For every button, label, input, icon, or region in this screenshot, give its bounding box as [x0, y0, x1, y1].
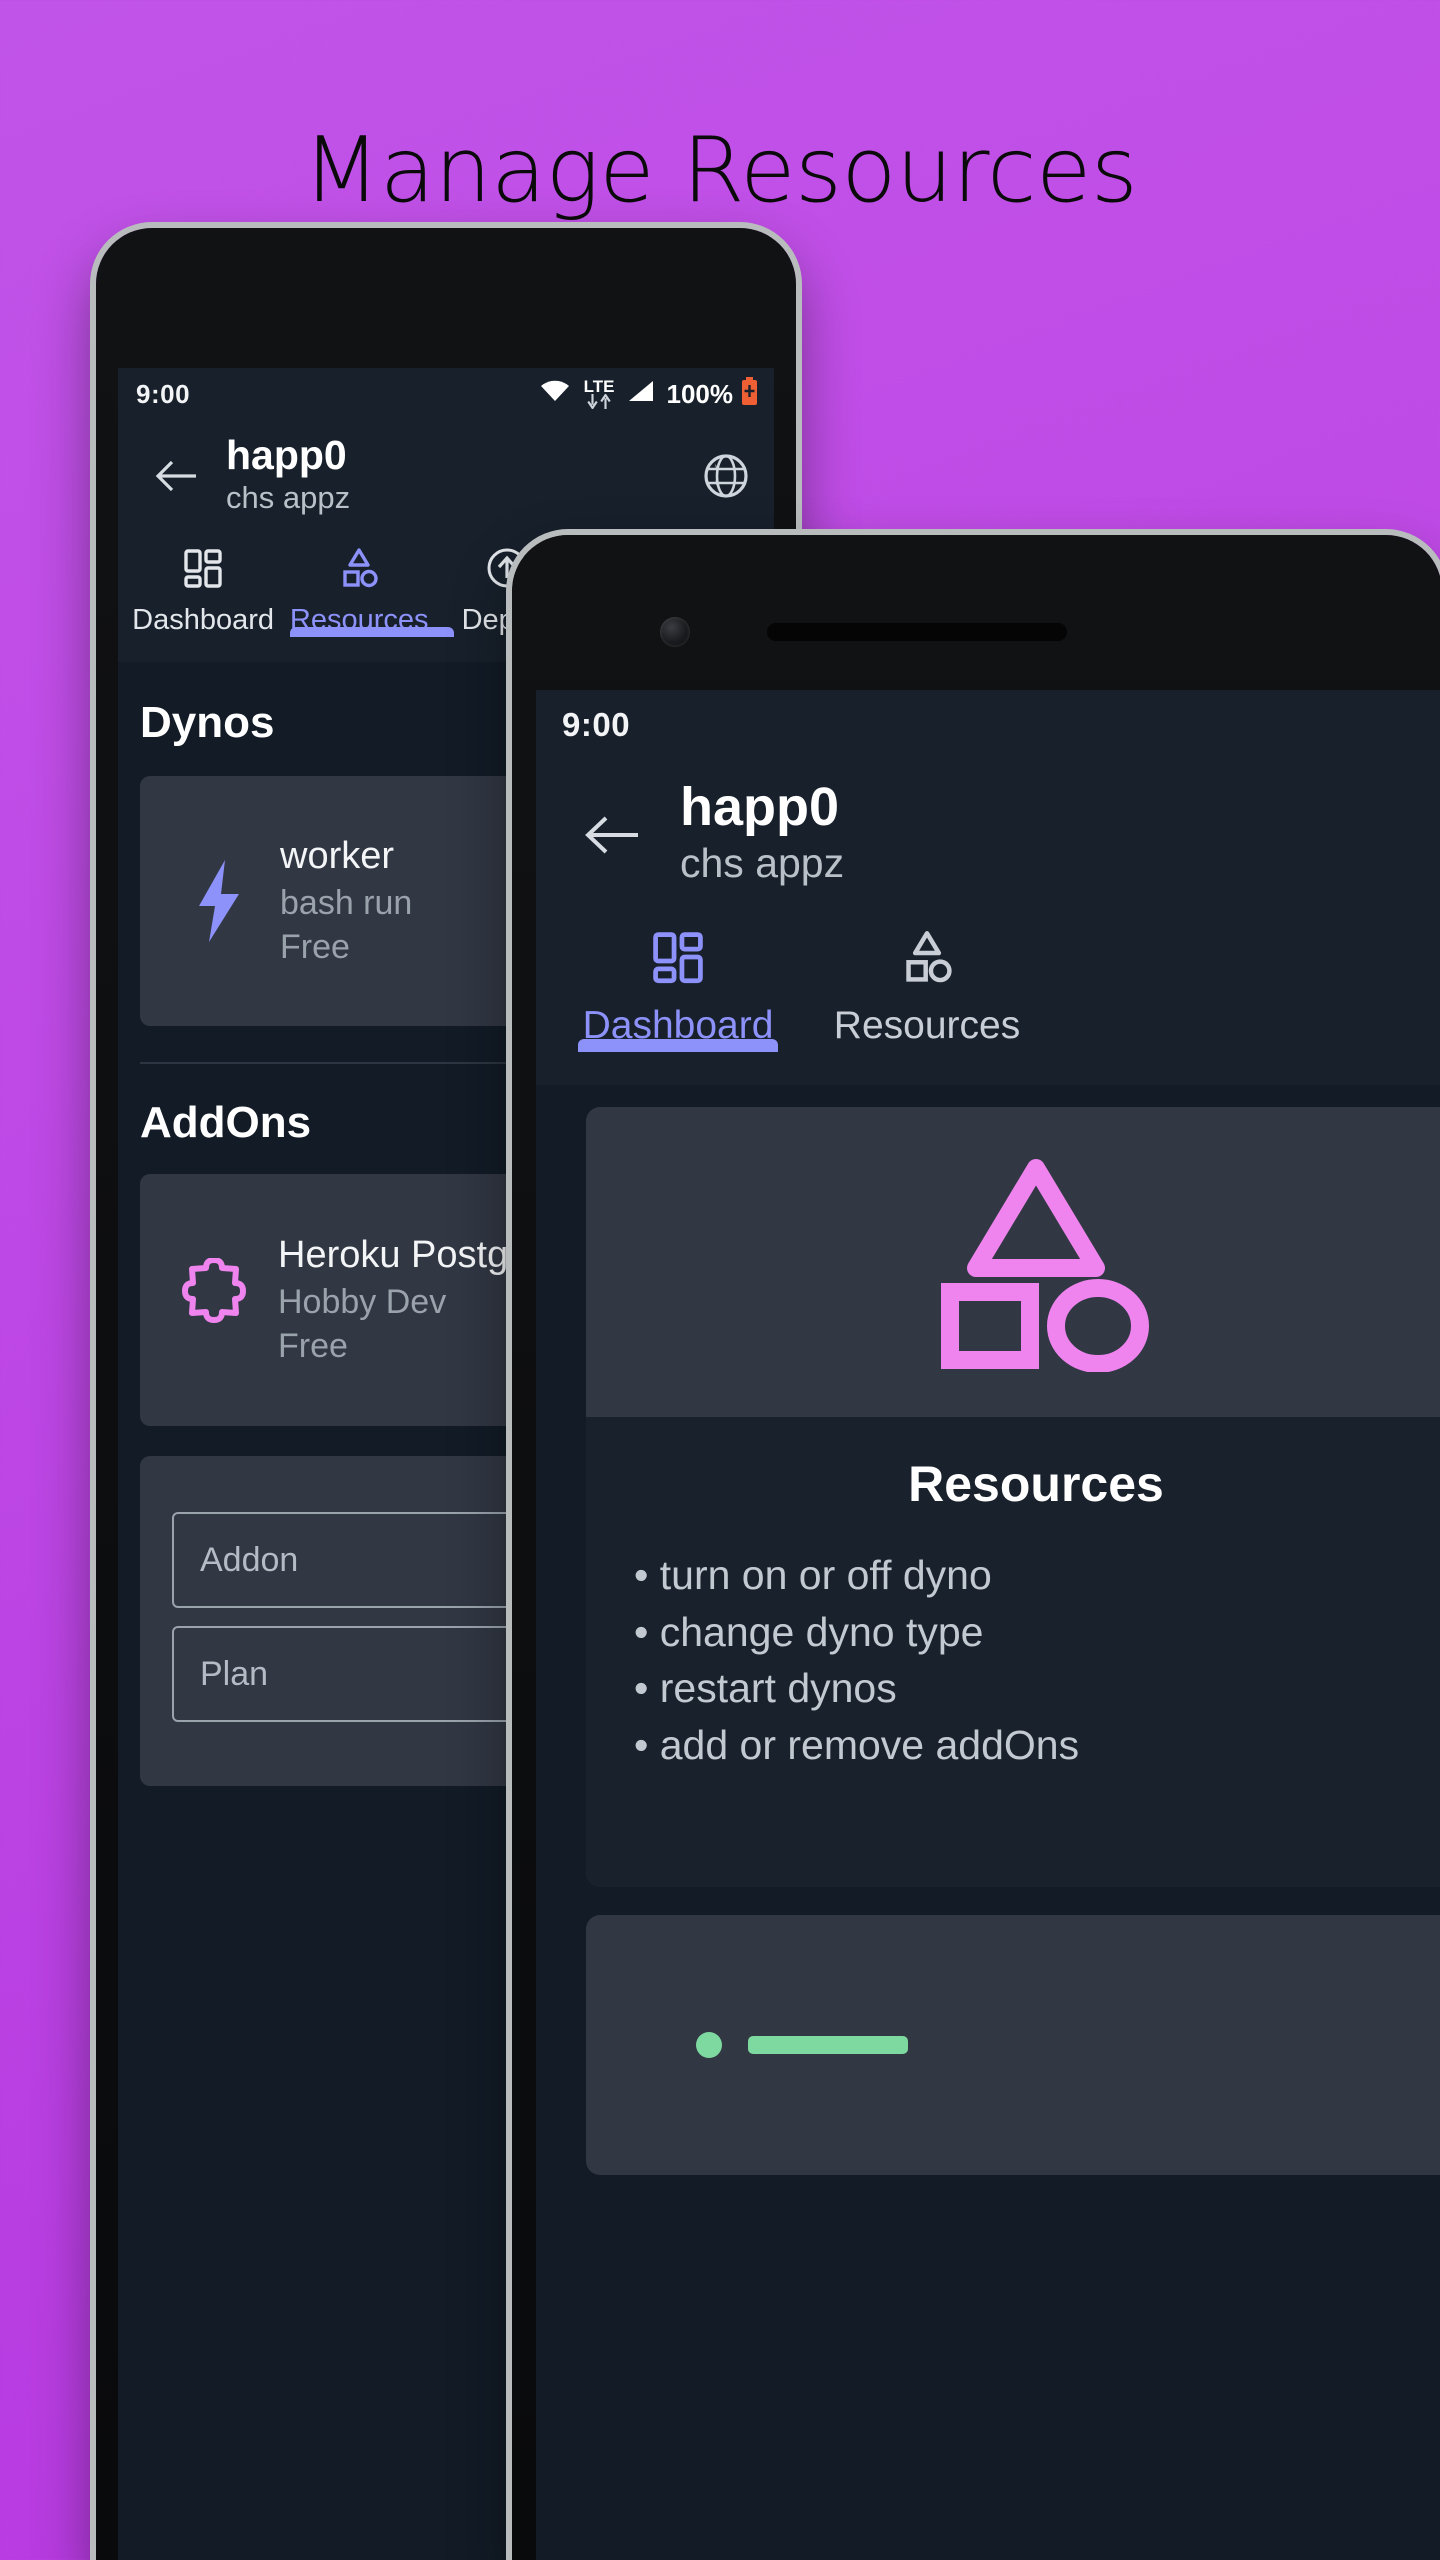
shapes-icon	[941, 1159, 1149, 1372]
globe-button[interactable]	[702, 452, 750, 505]
tab-active-indicator	[578, 1039, 778, 1052]
data-arrows	[586, 394, 612, 410]
battery-percent: 100%	[666, 378, 734, 409]
battery-charging-icon	[741, 376, 758, 412]
wifi-icon	[540, 379, 570, 410]
pager-card[interactable]	[586, 1915, 1440, 2175]
tab-bar: Dashboard Resources	[536, 910, 1440, 1085]
feature-card-resources[interactable]: Resources • turn on or off dyno • change…	[586, 1107, 1440, 1887]
tab-resources-label: Resources	[833, 1004, 1021, 1047]
dashboard-content: Resources • turn on or off dyno • change…	[536, 1085, 1440, 2560]
page-progress-bar[interactable]	[748, 2036, 908, 2054]
app-subtitle: chs appz	[680, 839, 845, 886]
dyno-name: worker	[280, 835, 395, 878]
app-title: happ0	[226, 431, 347, 478]
app-bar-titles: happ0 chs appz	[226, 431, 351, 519]
app-subtitle: chs appz	[226, 479, 351, 515]
tab-resources[interactable]: Resources	[282, 532, 455, 637]
list-item: • change dyno type	[634, 1608, 984, 1655]
dashboard-grid-icon	[181, 546, 225, 590]
shapes-icon	[337, 546, 381, 590]
addon-input-placeholder: Addon	[200, 1540, 299, 1579]
globe-icon	[704, 454, 748, 498]
arrow-up-icon	[600, 394, 611, 410]
tab-resources[interactable]: Resources	[802, 910, 1052, 1048]
list-item: • add or remove addOns	[634, 1721, 1080, 1768]
feature-card-title: Resources	[908, 1456, 1164, 1512]
app-title: happ0	[680, 776, 840, 837]
phone-mockup-right: 9:00 happ0 chs appz Dashboard Resources …	[512, 535, 1440, 2560]
app-bar: happ0 chs appz	[118, 420, 774, 532]
status-icons: LTE 100%	[540, 376, 758, 412]
tab-dashboard-label: Dashboard	[132, 604, 275, 636]
list-item: • turn on or off dyno	[634, 1552, 992, 1598]
arrow-left-icon	[585, 816, 638, 854]
front-camera-icon	[660, 617, 690, 647]
status-bar: 9:00	[536, 690, 1440, 760]
page-dot-active[interactable]	[696, 2032, 722, 2058]
dyno-card-text: worker bash run Free	[280, 833, 412, 969]
dashboard-grid-icon	[649, 928, 707, 986]
status-time: 9:00	[136, 378, 191, 409]
tab-dashboard[interactable]: Dashboard	[554, 910, 802, 1052]
tab-dashboard[interactable]: Dashboard	[124, 532, 282, 637]
feature-card-bullets: • turn on or off dyno • change dyno type…	[634, 1547, 1440, 1773]
app-bar: happ0 chs appz	[536, 760, 1440, 910]
status-time: 9:00	[562, 706, 631, 743]
shapes-icon	[898, 928, 956, 986]
status-bar: 9:00 LTE 100%	[118, 368, 774, 420]
network-label: LTE	[583, 376, 615, 396]
back-button[interactable]	[140, 458, 212, 494]
feature-card-body: Resources • turn on or off dyno • change…	[586, 1417, 1440, 1887]
puzzle-piece-icon	[166, 1258, 270, 1342]
list-item: • restart dynos	[634, 1665, 897, 1712]
phone-screen: 9:00 happ0 chs appz Dashboard Resources …	[536, 690, 1440, 2560]
plan-input-placeholder: Plan	[200, 1654, 269, 1693]
feature-card-art	[586, 1107, 1440, 1417]
dyno-plan: Free	[280, 927, 350, 966]
tab-active-indicator	[290, 627, 455, 637]
signal-bars-icon	[627, 379, 655, 410]
arrow-left-icon	[155, 460, 196, 492]
earpiece-speaker	[767, 623, 1067, 641]
page-title: Manage Resources	[302, 118, 1138, 223]
app-bar-titles: happ0 chs appz	[680, 779, 844, 891]
dyno-command: bash run	[280, 883, 413, 922]
arrow-down-icon	[587, 394, 598, 410]
lightning-bolt-icon	[174, 858, 264, 944]
back-button[interactable]	[564, 812, 660, 858]
network-indicator: LTE	[583, 376, 615, 410]
